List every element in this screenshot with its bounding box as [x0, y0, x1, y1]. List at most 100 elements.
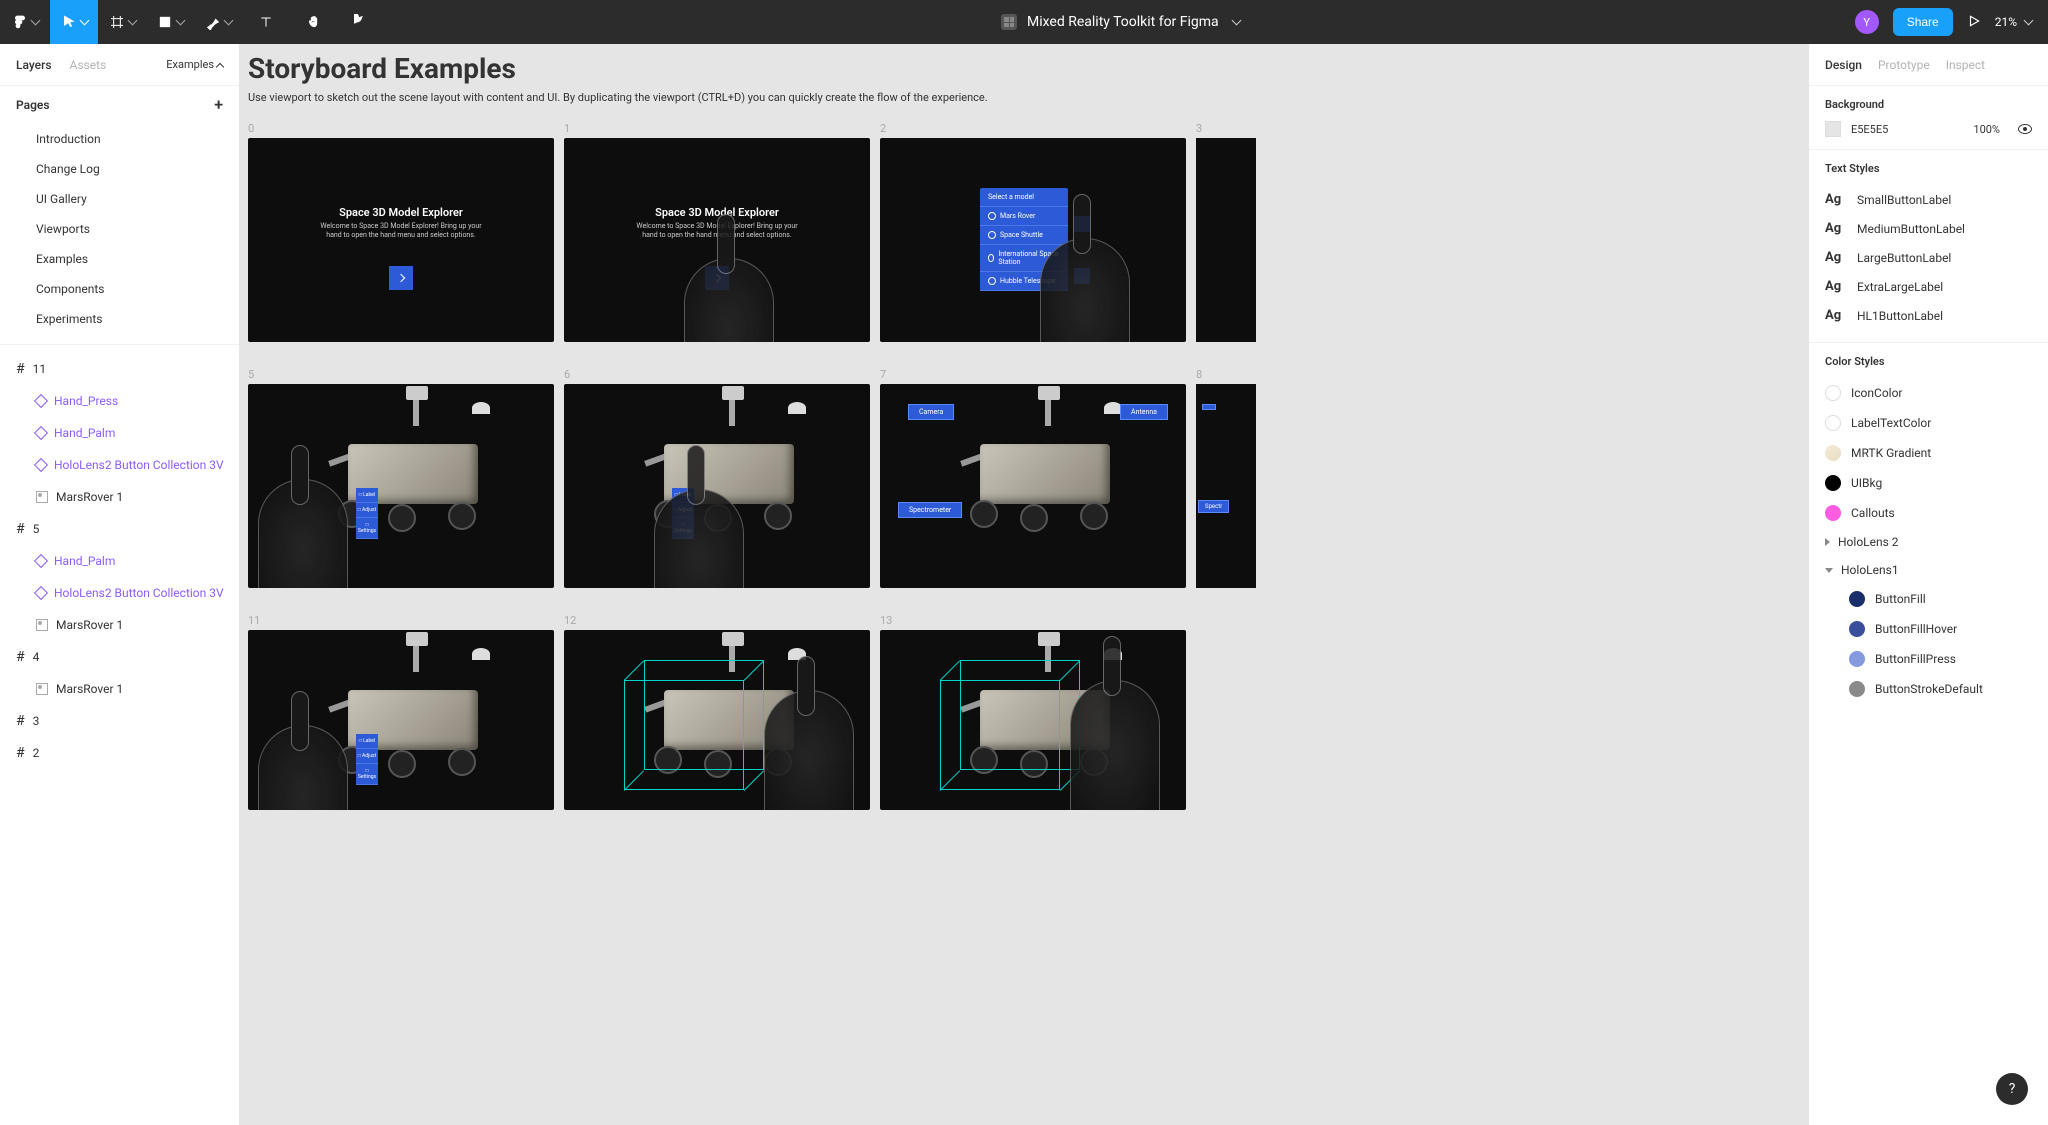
text-tool-button[interactable]	[242, 0, 290, 44]
layer-row[interactable]: MarsRover 1	[0, 481, 239, 513]
color-swatch	[1849, 621, 1865, 637]
storyboard-cell[interactable]: 12	[564, 614, 870, 810]
page-item[interactable]: Introduction	[0, 124, 239, 154]
color-style-item[interactable]: UIBkg	[1825, 468, 2032, 498]
layer-row[interactable]: #3	[0, 705, 239, 737]
storyboard-cell[interactable]: 13	[880, 614, 1186, 810]
tab-inspect[interactable]: Inspect	[1946, 58, 1985, 72]
tab-prototype[interactable]: Prototype	[1878, 58, 1930, 72]
zoom-control[interactable]: 21%	[1995, 15, 2032, 29]
storyboard-cell[interactable]: 11□ Label□ Adjust□ Settings	[248, 614, 554, 810]
background-swatch[interactable]	[1825, 121, 1841, 137]
rectangle-icon	[157, 14, 173, 30]
comment-tool-button[interactable]	[338, 0, 386, 44]
storyboard-frame[interactable]: CameraAntennaSpectrometer	[880, 384, 1186, 588]
background-hex[interactable]: E5E5E5	[1851, 123, 1888, 136]
shape-tool-button[interactable]	[146, 0, 194, 44]
visibility-toggle-icon[interactable]	[2018, 124, 2032, 134]
storyboard-cell[interactable]: 7CameraAntennaSpectrometer	[880, 368, 1186, 588]
storyboard-cell[interactable]: 3	[1196, 122, 1256, 342]
layer-row[interactable]: #2	[0, 737, 239, 769]
share-button[interactable]: Share	[1893, 8, 1953, 36]
color-style-item[interactable]: MRTK Gradient	[1825, 438, 2032, 468]
color-style-item[interactable]: IconColor	[1825, 378, 2032, 408]
layer-row[interactable]: MarsRover 1	[0, 673, 239, 705]
color-style-item[interactable]: ButtonStrokeDefault	[1825, 674, 2032, 704]
text-style-item[interactable]: AgExtraLargeLabel	[1825, 272, 2032, 301]
text-style-item[interactable]: AgHL1ButtonLabel	[1825, 301, 2032, 330]
help-button[interactable]: ?	[1996, 1073, 2028, 1105]
page-item[interactable]: Experiments	[0, 304, 239, 334]
frame-label: 1	[564, 122, 870, 135]
layer-row[interactable]: HoloLens2 Button Collection 3V	[0, 577, 239, 609]
image-icon	[36, 683, 48, 695]
text-style-item[interactable]: AgSmallButtonLabel	[1825, 185, 2032, 214]
background-row[interactable]: E5E5E5 100%	[1825, 121, 2032, 137]
layer-row[interactable]: Hand_Press	[0, 385, 239, 417]
color-style-item[interactable]: ButtonFillHover	[1825, 614, 2032, 644]
color-style-item[interactable]: LabelTextColor	[1825, 408, 2032, 438]
text-style-icon: Ag	[1825, 279, 1847, 294]
layer-row[interactable]: #11	[0, 353, 239, 385]
page-item[interactable]: Components	[0, 274, 239, 304]
storyboard-frame[interactable]	[880, 630, 1186, 810]
storyboard-cell[interactable]: 1 Space 3D Model ExplorerWelcome to Space…	[564, 122, 870, 342]
layer-row[interactable]: #5	[0, 513, 239, 545]
page-item[interactable]: Examples	[0, 244, 239, 274]
canvas[interactable]: Storyboard Examples Use viewport to sket…	[240, 44, 1808, 1125]
storyboard-frame[interactable]: □ Label□ Adjust□ Settings	[248, 384, 554, 588]
storyboard-cell[interactable]: 2Select a modelMars RoverSpace ShuttleIn…	[880, 122, 1186, 342]
storyboard-cell[interactable]: 8Spectr	[1196, 368, 1256, 588]
storyboard-frame[interactable]: Spectr	[1196, 384, 1256, 588]
frame-tool-button[interactable]	[98, 0, 146, 44]
storyboard-frame[interactable]	[564, 630, 870, 810]
layer-row[interactable]: HoloLens2 Button Collection 3V	[0, 449, 239, 481]
layer-row[interactable]: Hand_Palm	[0, 545, 239, 577]
page-title: Storyboard Examples	[248, 52, 1808, 85]
storyboard-frame[interactable]	[1196, 138, 1256, 342]
storyboard-frame[interactable]: □ Label□ Adjust□ Settings	[564, 384, 870, 588]
present-button[interactable]	[1967, 14, 1981, 31]
color-folder[interactable]: HoloLens 2	[1825, 528, 2032, 556]
tab-layers[interactable]: Layers	[16, 58, 52, 72]
layer-row[interactable]: #4	[0, 641, 239, 673]
hand-tool-button[interactable]	[290, 0, 338, 44]
layer-row[interactable]: Hand_Palm	[0, 417, 239, 449]
storyboard-frame[interactable]: □ Label□ Adjust□ Settings	[248, 630, 554, 810]
layer-row[interactable]: MarsRover 1	[0, 609, 239, 641]
folder-label: HoloLens1	[1841, 563, 1899, 577]
storyboard-cell[interactable]: 6□ Label□ Adjust□ Settings	[564, 368, 870, 588]
storyboard-frame[interactable]: Space 3D Model ExplorerWelcome to Space …	[564, 138, 870, 342]
color-swatch	[1825, 505, 1841, 521]
page-item[interactable]: Change Log	[0, 154, 239, 184]
color-style-item[interactable]: ButtonFill	[1825, 584, 2032, 614]
page-selector[interactable]: Examples	[166, 58, 223, 71]
storyboard-frame[interactable]: Space 3D Model ExplorerWelcome to Space …	[248, 138, 554, 342]
board-row: 11□ Label□ Adjust□ Settings 12 13	[248, 614, 1808, 810]
toolbar-title-area[interactable]: Mixed Reality Toolkit for Figma	[1001, 14, 1240, 30]
storyboard-frame[interactable]: Select a modelMars RoverSpace ShuttleInt…	[880, 138, 1186, 342]
text-style-label: LargeButtonLabel	[1857, 251, 1951, 265]
chevron-down-icon	[79, 15, 89, 25]
move-tool-button[interactable]	[50, 0, 98, 44]
color-style-item[interactable]: ButtonFillPress	[1825, 644, 2032, 674]
page-item[interactable]: UI Gallery	[0, 184, 239, 214]
frame-icon	[109, 14, 125, 30]
color-style-item[interactable]: Callouts	[1825, 498, 2032, 528]
avatar[interactable]: Y	[1855, 10, 1879, 34]
figma-menu-button[interactable]	[0, 0, 50, 44]
background-section: Background E5E5E5 100%	[1809, 86, 2048, 150]
page-item[interactable]: Viewports	[0, 214, 239, 244]
pages-section-header: Pages +	[0, 86, 239, 124]
text-style-item[interactable]: AgLargeButtonLabel	[1825, 243, 2032, 272]
tab-design[interactable]: Design	[1825, 58, 1862, 72]
color-folder[interactable]: HoloLens1	[1825, 556, 2032, 584]
storyboard-cell[interactable]: 5□ Label□ Adjust□ Settings	[248, 368, 554, 588]
background-opacity[interactable]: 100%	[1973, 123, 2000, 136]
frame-label: 12	[564, 614, 870, 627]
pen-tool-button[interactable]	[194, 0, 242, 44]
storyboard-cell[interactable]: 0Space 3D Model ExplorerWelcome to Space…	[248, 122, 554, 342]
color-style-label: IconColor	[1851, 386, 1903, 400]
tab-assets[interactable]: Assets	[70, 58, 107, 72]
text-style-item[interactable]: AgMediumButtonLabel	[1825, 214, 2032, 243]
